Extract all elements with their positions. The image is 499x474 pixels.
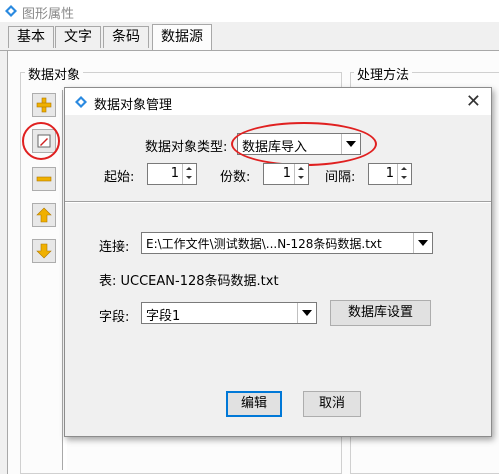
chevron-down-icon[interactable]: [297, 303, 316, 323]
interval-stepper-buttons[interactable]: [397, 164, 411, 184]
move-up-button[interactable]: [32, 203, 56, 227]
field-select[interactable]: 字段1: [141, 302, 317, 324]
separator: [65, 201, 491, 203]
tab-bar: 基本 文字 条码 数据源: [0, 24, 499, 51]
edit-button[interactable]: 编辑: [226, 391, 282, 417]
table-name: 表: UCCEAN-128条码数据.txt: [99, 274, 279, 289]
copies-value: 1: [282, 166, 291, 181]
dialog-icon: [75, 96, 87, 108]
field-label: 字段:: [99, 310, 130, 325]
cancel-button[interactable]: 取消: [303, 391, 361, 417]
dialog-titlebar: 数据对象管理 ✕: [65, 88, 491, 115]
add-button[interactable]: [32, 93, 56, 117]
minus-icon: [36, 176, 52, 182]
move-down-button[interactable]: [32, 239, 56, 263]
chevron-down-icon[interactable]: [413, 233, 432, 253]
db-settings-button[interactable]: 数据库设置: [330, 300, 431, 326]
highlight-ellipse-edit: [22, 122, 60, 160]
connect-select[interactable]: E:\工作文件\测试数据\...N-128条码数据.txt: [141, 232, 433, 254]
window-titlebar: 图形属性: [0, 0, 499, 22]
app-icon: [5, 5, 17, 17]
connect-label: 连接:: [99, 240, 130, 255]
interval-stepper[interactable]: 1: [368, 163, 412, 185]
tab-text[interactable]: 文字: [55, 26, 101, 48]
copies-label: 份数:: [220, 170, 251, 185]
window-title: 图形属性: [22, 7, 75, 22]
interval-value: 1: [385, 166, 394, 181]
dialog-title: 数据对象管理: [94, 98, 173, 113]
connect-select-value: E:\工作文件\测试数据\...N-128条码数据.txt: [146, 237, 382, 251]
tab-basic[interactable]: 基本: [8, 26, 54, 48]
plus-icon: [36, 97, 52, 113]
start-label: 起始:: [104, 170, 135, 185]
arrow-up-icon: [36, 207, 52, 223]
close-icon[interactable]: ✕: [466, 91, 481, 112]
data-object-group-label: 数据对象: [25, 64, 84, 83]
type-label: 数据对象类型:: [145, 140, 228, 155]
copies-stepper[interactable]: 1: [263, 163, 309, 185]
interval-label: 间隔:: [325, 170, 356, 185]
remove-button[interactable]: [32, 167, 56, 191]
start-value: 1: [170, 166, 179, 181]
copies-stepper-buttons[interactable]: [294, 164, 308, 184]
highlight-ellipse-type: [231, 122, 377, 166]
data-object-dialog: 数据对象管理 ✕ 数据对象类型: 数据库导入 起始: 1 份数: 1 间隔: 1…: [64, 87, 492, 437]
arrow-down-icon: [36, 243, 52, 259]
field-select-value: 字段1: [146, 309, 181, 324]
start-stepper[interactable]: 1: [147, 163, 197, 185]
process-method-group-label: 处理方法: [354, 64, 413, 83]
tab-datasource[interactable]: 数据源: [152, 24, 212, 50]
tab-barcode[interactable]: 条码: [103, 26, 149, 48]
start-stepper-buttons[interactable]: [182, 164, 196, 184]
